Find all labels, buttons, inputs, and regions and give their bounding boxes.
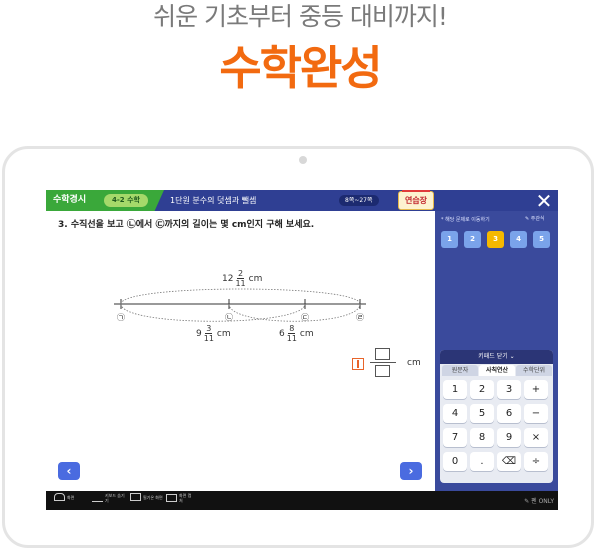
question-number-2[interactable]: 2 — [464, 231, 481, 248]
point-b-label: ㉡ — [225, 313, 233, 322]
close-icon[interactable]: ✕ — [534, 191, 554, 211]
top-length-fraction: 2 11 — [235, 269, 245, 288]
keypad: 키패드 닫기 ⌄ 원문자 사칙연산 수학단위 1 2 3 + 4 5 6 − 7… — [440, 350, 553, 483]
left-length-fraction: 3 11 — [204, 324, 214, 343]
answer-fraction-bar — [370, 362, 396, 363]
bottom-bar: 화면 키보드 숨기기 필기온 화면 화면 캡처 ✎ 펜 ONLY — [46, 491, 558, 510]
camera-icon — [166, 494, 177, 502]
app-title: 수학경시 — [53, 195, 87, 205]
top-length-whole: 12 — [222, 273, 234, 284]
key-divide[interactable]: ÷ — [524, 452, 548, 471]
handwriting-label: 필기온 화면 — [143, 494, 163, 500]
screen-capture-button[interactable]: 화면 캡처 — [166, 493, 193, 503]
right-length-den: 11 — [286, 334, 297, 343]
answer-numerator-input[interactable] — [375, 348, 390, 360]
key-4[interactable]: 4 — [443, 404, 467, 423]
key-9[interactable]: 9 — [497, 428, 521, 447]
keypad-tab-arithmetic[interactable]: 사칙연산 — [479, 365, 515, 376]
pen-only-label: ✎ 펜 ONLY — [524, 498, 554, 505]
home-button[interactable]: 화면 — [54, 493, 74, 501]
subjective-label-text: 주관식 — [530, 216, 545, 222]
keypad-close-button[interactable]: 키패드 닫기 ⌄ — [440, 350, 553, 364]
top-length-num: 2 — [237, 269, 245, 279]
key-8[interactable]: 8 — [470, 428, 494, 447]
question-text: 3. 수직선을 보고 ㉡에서 ㉢까지의 길이는 몇 cm인지 구해 보세요. — [58, 220, 315, 230]
handwriting-screen-button[interactable]: 필기온 화면 — [130, 493, 163, 501]
arc-right — [228, 303, 361, 322]
arc-left — [120, 303, 306, 322]
question-number-4[interactable]: 4 — [510, 231, 527, 248]
prev-page-button[interactable]: ‹ — [58, 462, 80, 480]
keypad-tab-units[interactable]: 수학단위 — [516, 365, 552, 376]
right-length-num: 8 — [288, 324, 296, 334]
hide-keyboard-label: 키보드 숨기기 — [105, 493, 125, 503]
grade-badge[interactable]: 4-2 수학 — [104, 194, 148, 207]
point-c-label: ㉢ — [301, 313, 309, 322]
key-7[interactable]: 7 — [443, 428, 467, 447]
lesson-title: 1단원 분수의 덧셈과 뺄셈 — [170, 196, 257, 205]
key-6[interactable]: 6 — [497, 404, 521, 423]
question-number-1[interactable]: 1 — [441, 231, 458, 248]
right-length-fraction: 8 11 — [287, 324, 297, 343]
camera-dot — [299, 156, 307, 164]
key-1[interactable]: 1 — [443, 380, 467, 399]
hero-subtitle: 쉬운 기초부터 중등 대비까지! — [153, 2, 448, 31]
top-length-den: 11 — [235, 279, 246, 288]
home-icon — [54, 493, 65, 501]
home-label: 화면 — [67, 494, 75, 500]
arc-top — [120, 288, 361, 305]
right-length-unit: cm — [299, 328, 314, 339]
left-length-unit: cm — [216, 328, 231, 339]
question-number-5[interactable]: 5 — [533, 231, 550, 248]
answer-unit: cm — [407, 358, 421, 368]
point-a-label: ㉠ — [117, 313, 125, 322]
key-dot[interactable]: . — [470, 452, 494, 471]
keyboard-hide-icon — [92, 494, 103, 502]
left-length-whole: 9 — [196, 328, 202, 339]
answer-denominator-input[interactable] — [375, 365, 390, 377]
top-bar: 수학경시 4-2 수학 1단원 분수의 덧셈과 뺄셈 8쪽~27쪽 연습장 ✕ — [46, 190, 558, 211]
backspace-icon[interactable]: ⌫ — [497, 452, 521, 471]
page-range-badge: 8쪽~27쪽 — [339, 195, 379, 206]
key-plus[interactable]: + — [524, 380, 548, 399]
key-2[interactable]: 2 — [470, 380, 494, 399]
practice-button[interactable]: 연습장 — [398, 190, 434, 210]
question-number-3[interactable]: 3 — [487, 231, 504, 248]
key-0[interactable]: 0 — [443, 452, 467, 471]
keypad-tab-circled[interactable]: 원문자 — [442, 365, 478, 376]
hero-title: 수학완성 — [219, 41, 382, 95]
key-minus[interactable]: − — [524, 404, 548, 423]
app-screen: 수학경시 4-2 수학 1단원 분수의 덧셈과 뺄셈 8쪽~27쪽 연습장 ✕ … — [46, 190, 558, 510]
top-length-label: 12 2 11 cm — [222, 269, 262, 288]
right-panel: * 해당 문제로 이동하기 ✎ 주관식 1 2 3 4 5 키패드 닫기 ⌄ 원… — [435, 211, 558, 491]
right-length-label: 6 8 11 cm — [279, 324, 314, 343]
key-3[interactable]: 3 — [497, 380, 521, 399]
left-length-label: 9 3 11 cm — [196, 324, 231, 343]
next-page-button[interactable]: › — [400, 462, 422, 480]
hide-keyboard-button[interactable]: 키보드 숨기기 — [92, 493, 125, 503]
top-length-unit: cm — [248, 273, 263, 284]
key-5[interactable]: 5 — [470, 404, 494, 423]
left-length-num: 3 — [205, 324, 213, 334]
key-multiply[interactable]: × — [524, 428, 548, 447]
subjective-label[interactable]: ✎ 주관식 — [525, 215, 545, 222]
left-length-den: 11 — [203, 334, 214, 343]
right-length-whole: 6 — [279, 328, 285, 339]
question-area: 3. 수직선을 보고 ㉡에서 ㉢까지의 길이는 몇 cm인지 구해 보세요. 1… — [46, 211, 435, 491]
tablet-frame: 수학경시 4-2 수학 1단원 분수의 덧셈과 뺄셈 8쪽~27쪽 연습장 ✕ … — [2, 146, 594, 548]
answer-whole-input[interactable] — [352, 358, 364, 370]
screen-capture-label: 화면 캡처 — [179, 493, 192, 503]
panel-hint: * 해당 문제로 이동하기 — [441, 217, 490, 223]
point-d-label: ㉣ — [356, 313, 364, 322]
handwriting-icon — [130, 493, 141, 501]
